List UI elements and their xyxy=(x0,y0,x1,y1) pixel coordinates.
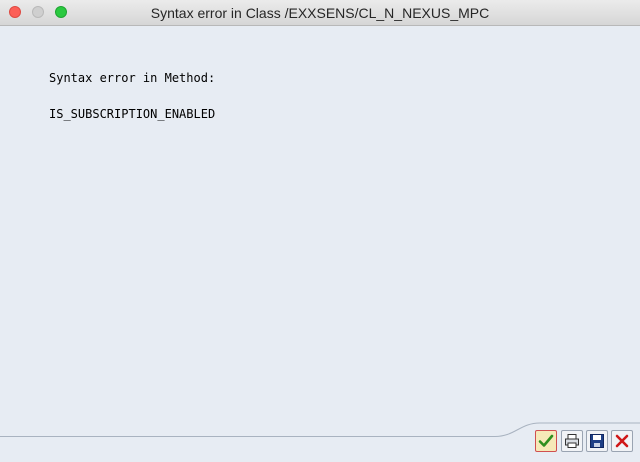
title-bar[interactable]: Syntax error in Class /EXXSENS/CL_N_NEXU… xyxy=(0,0,640,26)
continue-button[interactable] xyxy=(535,430,557,452)
printer-icon xyxy=(564,433,580,449)
dialog-window: Syntax error in Class /EXXSENS/CL_N_NEXU… xyxy=(0,0,640,462)
message-area: Syntax error in Method: IS_SUBSCRIPTION_… xyxy=(0,26,640,436)
close-x-icon xyxy=(614,433,630,449)
floppy-disk-icon xyxy=(589,433,605,449)
cancel-button[interactable] xyxy=(611,430,633,452)
save-button[interactable] xyxy=(586,430,608,452)
print-button[interactable] xyxy=(561,430,583,452)
window-title: Syntax error in Class /EXXSENS/CL_N_NEXU… xyxy=(150,5,490,21)
checkmark-icon xyxy=(538,433,554,449)
method-name: IS_SUBSCRIPTION_ENABLED xyxy=(49,107,216,121)
error-message-line: Syntax error in Method: xyxy=(49,71,216,85)
